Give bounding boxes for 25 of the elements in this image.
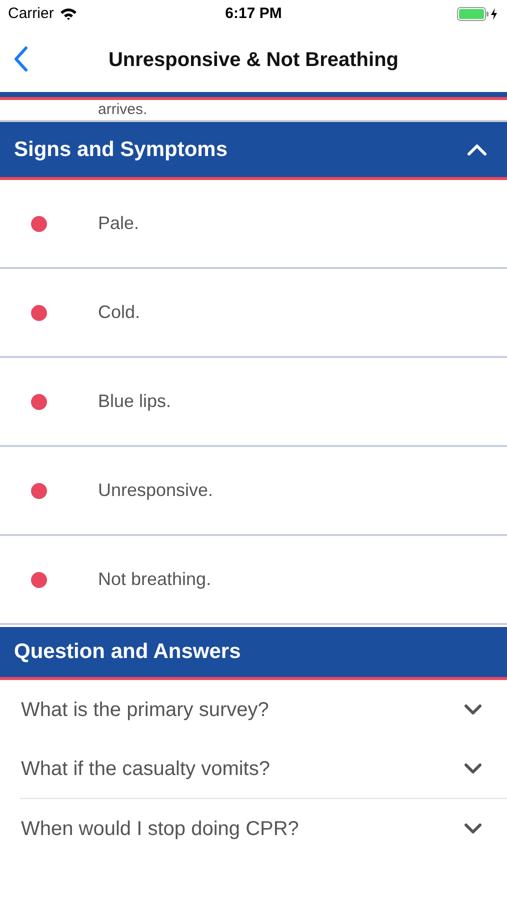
symptom-text: Unresponsive. [98,479,214,502]
question-text: When would I stop doing CPR? [21,816,299,842]
back-chevron-icon [14,46,28,72]
previous-text: arrives. [98,102,148,118]
section-title: Question and Answers [14,639,241,666]
chevron-up-icon[interactable] [467,144,487,156]
question-text: What if the casualty vomits? [21,756,270,782]
question-row[interactable]: What is the primary survey? [0,680,507,739]
battery-charging-icon [456,7,499,21]
screen-title: Unresponsive & Not Breathing [107,48,400,73]
section-title: Signs and Symptoms [14,136,228,163]
question-text: What is the primary survey? [21,698,269,722]
question-row[interactable]: When would I stop doing CPR? [0,799,507,858]
status-time: 6:17 PM [225,4,282,24]
symptom-text: Not breathing. [98,568,212,591]
symptom-text: Cold. [98,301,140,324]
chevron-down-icon[interactable] [463,762,483,774]
chevron-down-icon[interactable] [463,822,483,834]
symptom-text: Pale. [98,212,140,235]
chevron-down-icon[interactable] [463,704,483,716]
symptom-text: Blue lips. [98,390,172,413]
wifi-icon [60,8,77,20]
section-header[interactable]: Signs and Symptoms [0,122,507,177]
question-row[interactable]: What if the casualty vomits? [0,739,507,798]
carrier-label: Carrier [8,4,54,24]
